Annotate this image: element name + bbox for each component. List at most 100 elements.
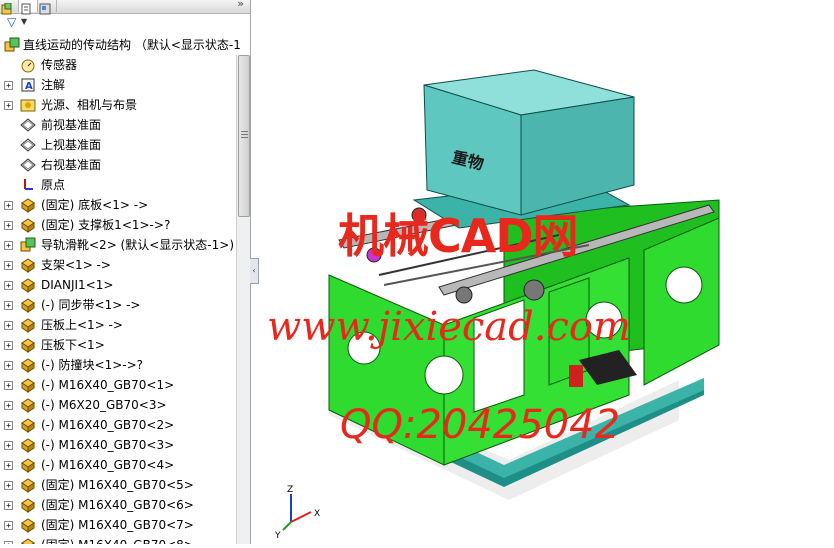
tab-property-manager[interactable] bbox=[19, 0, 38, 15]
tree-item[interactable]: + 导轨滑靴<2> (默认<显示状态-1>) bbox=[0, 235, 236, 255]
tree-item[interactable]: + (固定) M16X40_GB70<7> bbox=[0, 515, 236, 535]
tree-item[interactable]: +(固定) M16X40_GB70<8> bbox=[0, 535, 236, 544]
panel-expand-chevron-icon[interactable]: » bbox=[237, 0, 244, 10]
part-icon bbox=[21, 538, 35, 544]
tree-item[interactable]: + (-) M16X40_GB70<4> bbox=[0, 455, 236, 475]
tree-scrollbar[interactable] bbox=[236, 55, 250, 544]
watermark-url: www.jixiecad.com bbox=[267, 304, 631, 350]
graphics-area[interactable]: 重物 Z X Y bbox=[259, 0, 834, 544]
tree-item[interactable]: + 压板下<1> bbox=[0, 335, 236, 355]
part-icon bbox=[21, 318, 35, 333]
plane-icon bbox=[20, 158, 36, 172]
expand-toggle-icon[interactable]: + bbox=[4, 261, 13, 270]
feature-tree: 传感器 + A 注解 + 光源、相机与布景前视基准面上视基准面右视基准面原点 + (固定) 底… bbox=[0, 55, 236, 544]
expand-toggle-icon[interactable]: + bbox=[4, 201, 13, 210]
tree-item-label: 右视基准面 bbox=[41, 158, 102, 172]
tree-item-label: (固定) M16X40_GB70<5> bbox=[41, 478, 194, 492]
tree-item[interactable]: + (固定) M16X40_GB70<5> bbox=[0, 475, 236, 495]
tree-item[interactable]: + 光源、相机与布景 bbox=[0, 95, 236, 115]
part-icon bbox=[21, 218, 35, 233]
triad-z-label: Z bbox=[287, 485, 293, 495]
origin-icon bbox=[24, 179, 33, 190]
tree-item-label: (-) M16X40_GB70<3> bbox=[41, 438, 175, 452]
part-icon bbox=[21, 498, 35, 513]
filter-bar: ▽ ▼ bbox=[0, 14, 250, 32]
tree-item[interactable]: 右视基准面 bbox=[0, 155, 236, 175]
expand-toggle-icon[interactable]: + bbox=[4, 461, 13, 470]
tree-item-label: 原点 bbox=[41, 178, 66, 192]
tree-item[interactable]: + (-) 同步带<1> -> bbox=[0, 295, 236, 315]
expand-toggle-icon[interactable]: + bbox=[4, 341, 13, 350]
expand-toggle-icon[interactable]: + bbox=[4, 281, 13, 290]
tree-item[interactable]: 原点 bbox=[0, 175, 236, 195]
tree-item[interactable]: + (-) 防撞块<1>->? bbox=[0, 355, 236, 375]
part-icon bbox=[21, 278, 35, 293]
expand-toggle-icon[interactable]: + bbox=[4, 501, 13, 510]
part-icon bbox=[21, 518, 35, 533]
tree-item-label: 压板上<1> -> bbox=[41, 318, 123, 332]
tree-item-label: 导轨滑靴<2> (默认<显示状态-1>) bbox=[41, 238, 234, 252]
assembly-icon bbox=[4, 37, 20, 52]
tab-feature-manager[interactable] bbox=[0, 0, 19, 15]
panel-collapse-handle[interactable]: ‹ bbox=[250, 258, 259, 284]
tree-item[interactable]: + 支架<1> -> bbox=[0, 255, 236, 275]
tree-item[interactable]: 传感器 bbox=[0, 55, 236, 75]
expand-toggle-icon[interactable]: + bbox=[4, 421, 13, 430]
part-icon bbox=[21, 258, 35, 273]
expand-toggle-icon[interactable]: + bbox=[4, 361, 13, 370]
frame-hole bbox=[665, 266, 703, 304]
plane-icon bbox=[20, 118, 36, 132]
tree-item[interactable]: 上视基准面 bbox=[0, 135, 236, 155]
part-icon bbox=[21, 398, 35, 413]
expand-toggle-icon[interactable]: + bbox=[4, 301, 13, 310]
tree-item-label: 前视基准面 bbox=[41, 118, 102, 132]
part-icon bbox=[21, 438, 35, 453]
tree-item-label: (固定) M16X40_GB70<8> bbox=[41, 537, 194, 544]
part-icon bbox=[21, 198, 35, 213]
expand-toggle-icon[interactable]: + bbox=[4, 241, 13, 250]
tree-item[interactable]: + (固定) 底板<1> -> bbox=[0, 195, 236, 215]
model-view: 重物 Z X Y bbox=[274, 69, 720, 541]
filter-dropdown-icon[interactable]: ▼ bbox=[21, 17, 27, 26]
expand-toggle-icon[interactable]: + bbox=[4, 101, 13, 110]
expand-toggle-icon[interactable]: + bbox=[4, 441, 13, 450]
watermark-qq: QQ:20425042 bbox=[340, 402, 621, 448]
feature-manager-panel: » ▽ ▼ 直线运动的传动结构 （默认<显示状态-1 传感器 + A 注解 + 光源、相机… bbox=[0, 0, 251, 544]
annotation-icon: A bbox=[21, 78, 35, 92]
tree-item-label: 注解 bbox=[41, 78, 66, 92]
part-icon bbox=[21, 378, 35, 393]
expand-toggle-icon[interactable]: + bbox=[4, 401, 13, 410]
expand-toggle-icon[interactable]: + bbox=[4, 481, 13, 490]
tree-item[interactable]: + (-) M16X40_GB70<2> bbox=[0, 415, 236, 435]
tree-item-label: (-) M16X40_GB70<2> bbox=[41, 418, 175, 432]
tree-item[interactable]: + (固定) 支撑板1<1>->? bbox=[0, 215, 236, 235]
tree-item[interactable]: + (-) M16X40_GB70<3> bbox=[0, 435, 236, 455]
tree-item-label: DIANJI1<1> bbox=[41, 278, 114, 292]
tree-item-label: (-) M16X40_GB70<4> bbox=[41, 458, 175, 472]
part-icon bbox=[21, 478, 35, 493]
expand-toggle-icon[interactable]: + bbox=[4, 221, 13, 230]
tree-item[interactable]: + (-) M16X40_GB70<1> bbox=[0, 375, 236, 395]
tree-item-label: (-) M16X40_GB70<1> bbox=[41, 378, 175, 392]
expand-toggle-icon[interactable]: + bbox=[4, 81, 13, 90]
expand-toggle-icon[interactable]: + bbox=[4, 521, 13, 530]
part-icon bbox=[21, 358, 35, 373]
tree-item[interactable]: + (固定) M16X40_GB70<6> bbox=[0, 495, 236, 515]
tree-item-label: (固定) 底板<1> -> bbox=[41, 198, 149, 212]
tree-item[interactable]: + (-) M6X20_GB70<3> bbox=[0, 395, 236, 415]
tree-item-label: (-) 防撞块<1>->? bbox=[41, 358, 144, 372]
part-icon bbox=[21, 458, 35, 473]
tree-item[interactable]: + DIANJI1<1> bbox=[0, 275, 236, 295]
tree-item[interactable]: 前视基准面 bbox=[0, 115, 236, 135]
tree-item[interactable]: + 压板上<1> -> bbox=[0, 315, 236, 335]
filter-icon[interactable]: ▽ bbox=[7, 15, 16, 29]
tree-item[interactable]: + A 注解 bbox=[0, 75, 236, 95]
svg-text:A: A bbox=[25, 81, 33, 92]
tab-configuration-manager[interactable] bbox=[38, 0, 57, 15]
tree-item-label: (固定) 支撑板1<1>->? bbox=[41, 218, 171, 232]
expand-toggle-icon[interactable]: + bbox=[4, 321, 13, 330]
tree-root-assembly[interactable]: 直线运动的传动结构 （默认<显示状态-1 bbox=[0, 35, 250, 55]
root-assembly-label: 直线运动的传动结构 （默认<显示状态-1 bbox=[23, 38, 241, 52]
expand-toggle-icon[interactable]: + bbox=[4, 381, 13, 390]
tree-scrollbar-thumb[interactable] bbox=[238, 55, 250, 217]
